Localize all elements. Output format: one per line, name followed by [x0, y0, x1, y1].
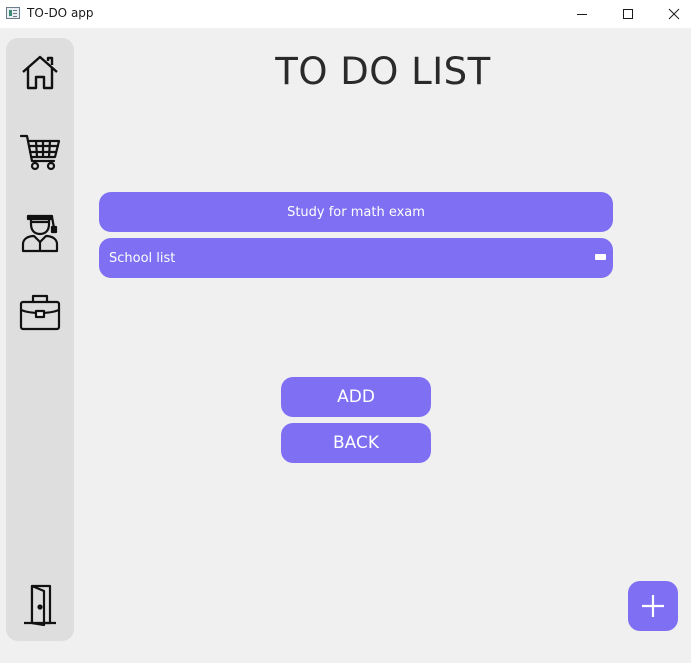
window-title: TO-DO app	[27, 6, 94, 20]
sidebar-item-home[interactable]	[18, 50, 62, 94]
shopping-cart-icon	[19, 134, 61, 171]
briefcase-icon	[19, 294, 61, 331]
task-label: School list	[109, 250, 176, 266]
graduate-icon	[21, 214, 59, 253]
sidebar	[6, 38, 74, 641]
close-button[interactable]	[651, 0, 691, 28]
sidebar-item-school[interactable]	[18, 210, 62, 254]
add-button[interactable]: ADD	[281, 377, 431, 417]
task-label: Study for math exam	[287, 204, 425, 220]
minus-icon[interactable]	[595, 254, 606, 260]
page-title: TO DO LIST	[275, 50, 491, 93]
app-window: TO-DO app TO DO LIST Study for math exam…	[0, 0, 691, 663]
app-icon	[6, 7, 20, 19]
minimize-button[interactable]	[559, 0, 605, 28]
sidebar-item-work[interactable]	[18, 290, 62, 334]
plus-icon	[642, 595, 664, 617]
home-icon	[22, 55, 58, 90]
add-task-fab[interactable]	[628, 581, 678, 631]
sidebar-item-shopping[interactable]	[18, 130, 62, 174]
task-item[interactable]: School list	[99, 238, 613, 278]
close-icon	[668, 8, 680, 20]
maximize-icon	[623, 9, 633, 19]
title-bar[interactable]: TO-DO app	[0, 0, 691, 28]
task-item[interactable]: Study for math exam	[99, 192, 613, 232]
exit-door-icon	[24, 584, 56, 627]
back-button[interactable]: BACK	[281, 423, 431, 463]
sidebar-item-logout[interactable]	[18, 583, 62, 627]
maximize-button[interactable]	[605, 0, 651, 28]
minimize-icon	[577, 14, 587, 15]
